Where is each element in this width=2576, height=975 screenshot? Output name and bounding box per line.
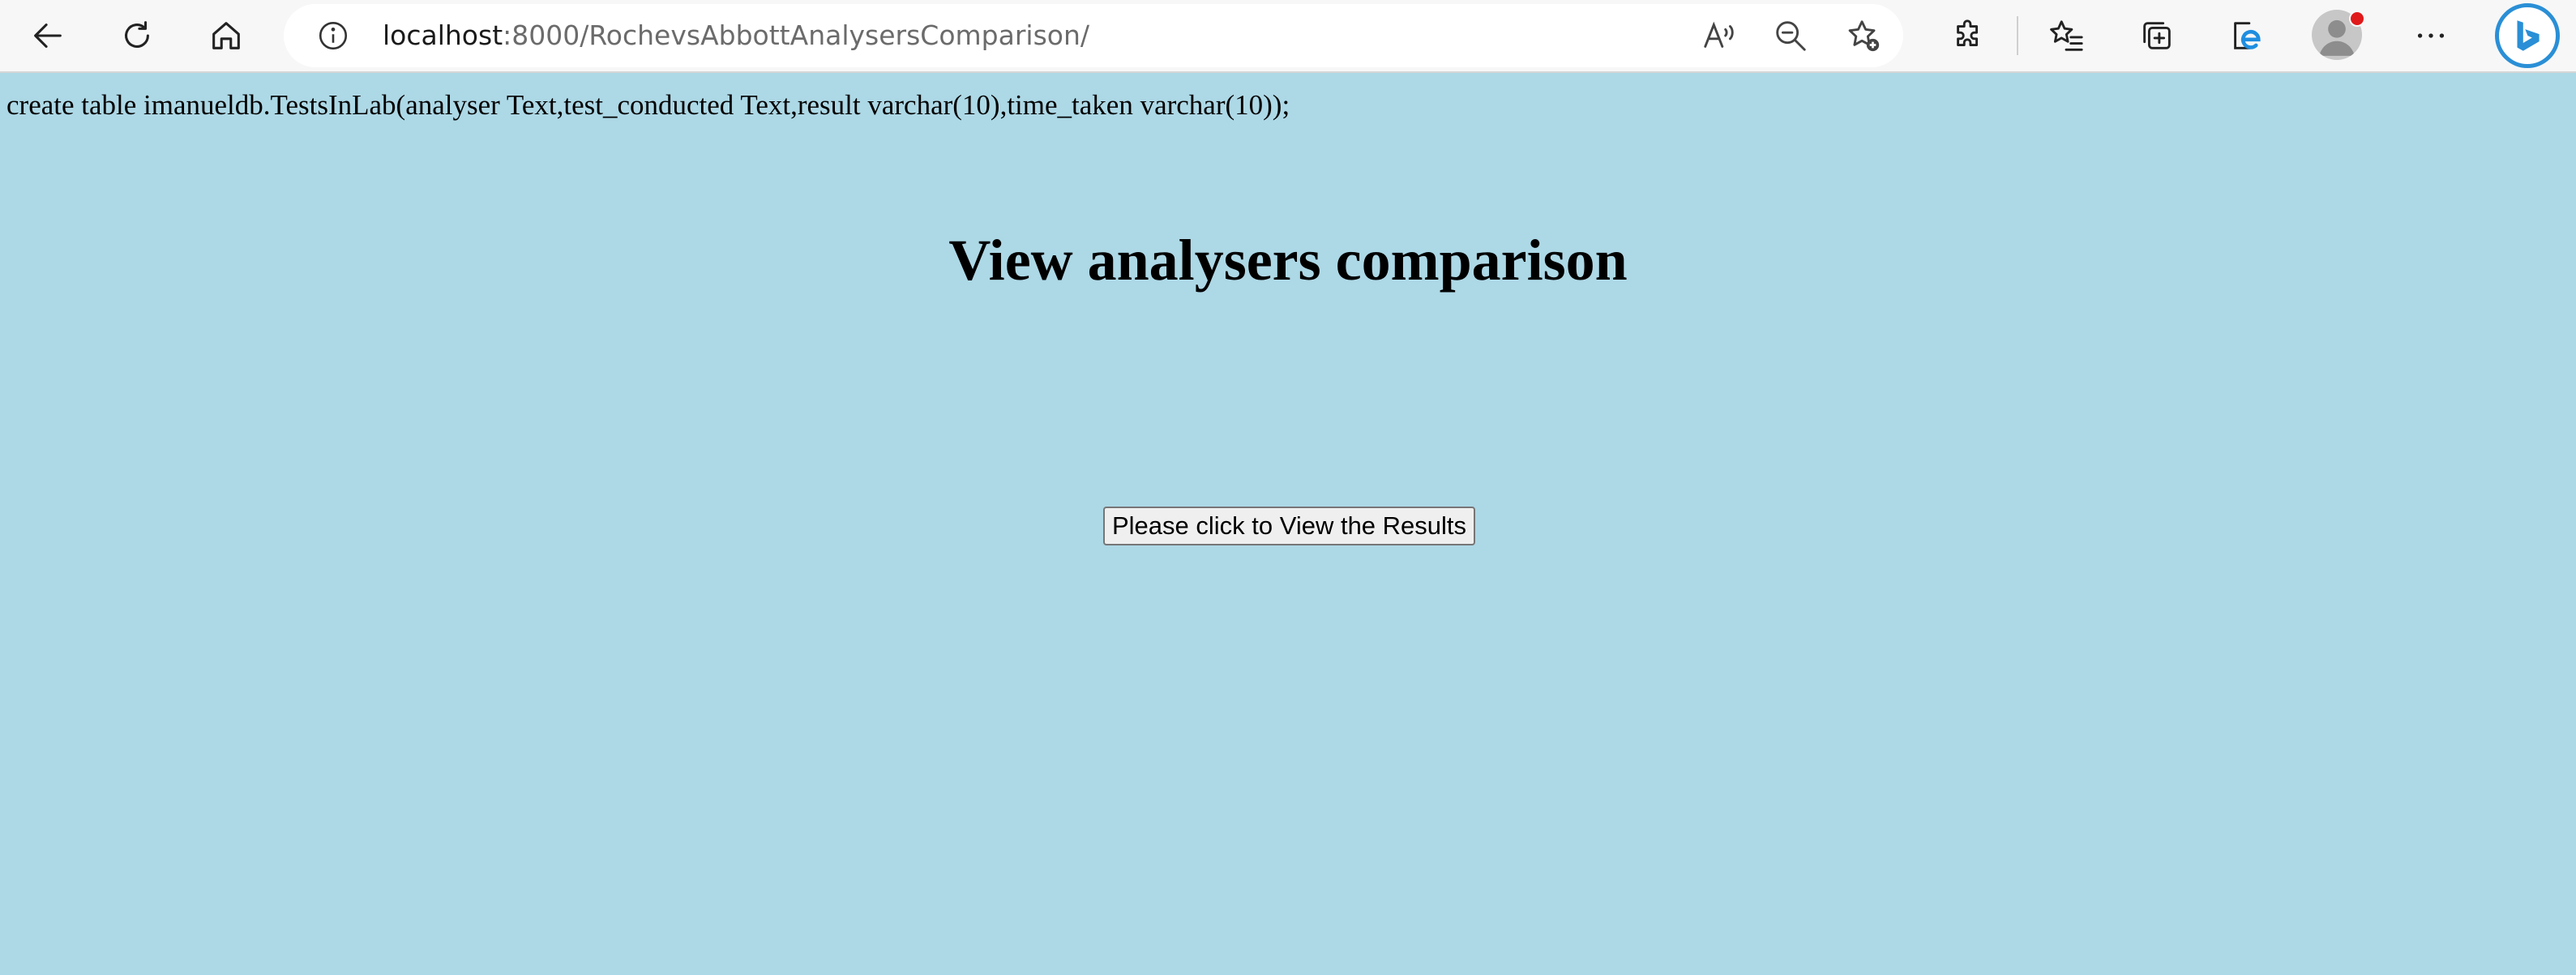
read-aloud-icon bbox=[1704, 21, 1734, 48]
favorites-button[interactable] bbox=[2039, 9, 2093, 62]
sql-statement-text: create table imanueldb.TestsInLab(analys… bbox=[6, 89, 1290, 121]
browser-toolbar: localhost:8000/RochevsAbbottAnalysersCom… bbox=[0, 0, 2576, 73]
zoom-out-button[interactable] bbox=[1770, 15, 1811, 56]
view-results-button[interactable]: Please click to View the Results bbox=[1103, 507, 1475, 545]
refresh-button[interactable] bbox=[110, 9, 164, 62]
back-arrow-icon bbox=[34, 24, 62, 48]
ie-mode-icon bbox=[2234, 22, 2261, 49]
ie-mode-button[interactable] bbox=[2219, 9, 2273, 62]
collections-icon bbox=[2143, 22, 2171, 49]
extensions-icon bbox=[1957, 19, 1979, 46]
read-aloud-button[interactable] bbox=[1699, 15, 1739, 56]
home-button[interactable] bbox=[199, 9, 253, 62]
address-bar[interactable]: localhost:8000/RochevsAbbottAnalysersCom… bbox=[284, 4, 1903, 67]
notification-dot bbox=[2349, 11, 2365, 27]
zoom-out-icon bbox=[1776, 21, 1806, 51]
collections-button[interactable] bbox=[2130, 9, 2184, 62]
add-favorite-button[interactable] bbox=[1843, 15, 1884, 56]
refresh-icon bbox=[125, 21, 149, 48]
url-text[interactable]: localhost:8000/RochevsAbbottAnalysersCom… bbox=[383, 4, 1089, 67]
url-path: :8000/RochevsAbbottAnalysersComparison/ bbox=[503, 19, 1089, 51]
back-button[interactable] bbox=[21, 9, 75, 62]
favorites-icon bbox=[2050, 20, 2083, 51]
extensions-button[interactable] bbox=[1942, 9, 1996, 62]
page-title: View analysers comparison bbox=[948, 228, 1628, 293]
add-favorite-icon bbox=[1848, 20, 1880, 52]
url-host: localhost bbox=[383, 19, 503, 51]
info-icon bbox=[319, 21, 348, 50]
page-content: create table imanueldb.TestsInLab(analys… bbox=[0, 73, 2576, 975]
toolbar-divider bbox=[2017, 16, 2018, 55]
bing-copilot-icon bbox=[2517, 20, 2540, 51]
copilot-button[interactable] bbox=[2495, 3, 2560, 68]
home-icon bbox=[212, 22, 240, 49]
site-info-button[interactable] bbox=[315, 17, 352, 54]
more-options-icon bbox=[2417, 33, 2445, 38]
more-options-button[interactable] bbox=[2404, 9, 2458, 62]
